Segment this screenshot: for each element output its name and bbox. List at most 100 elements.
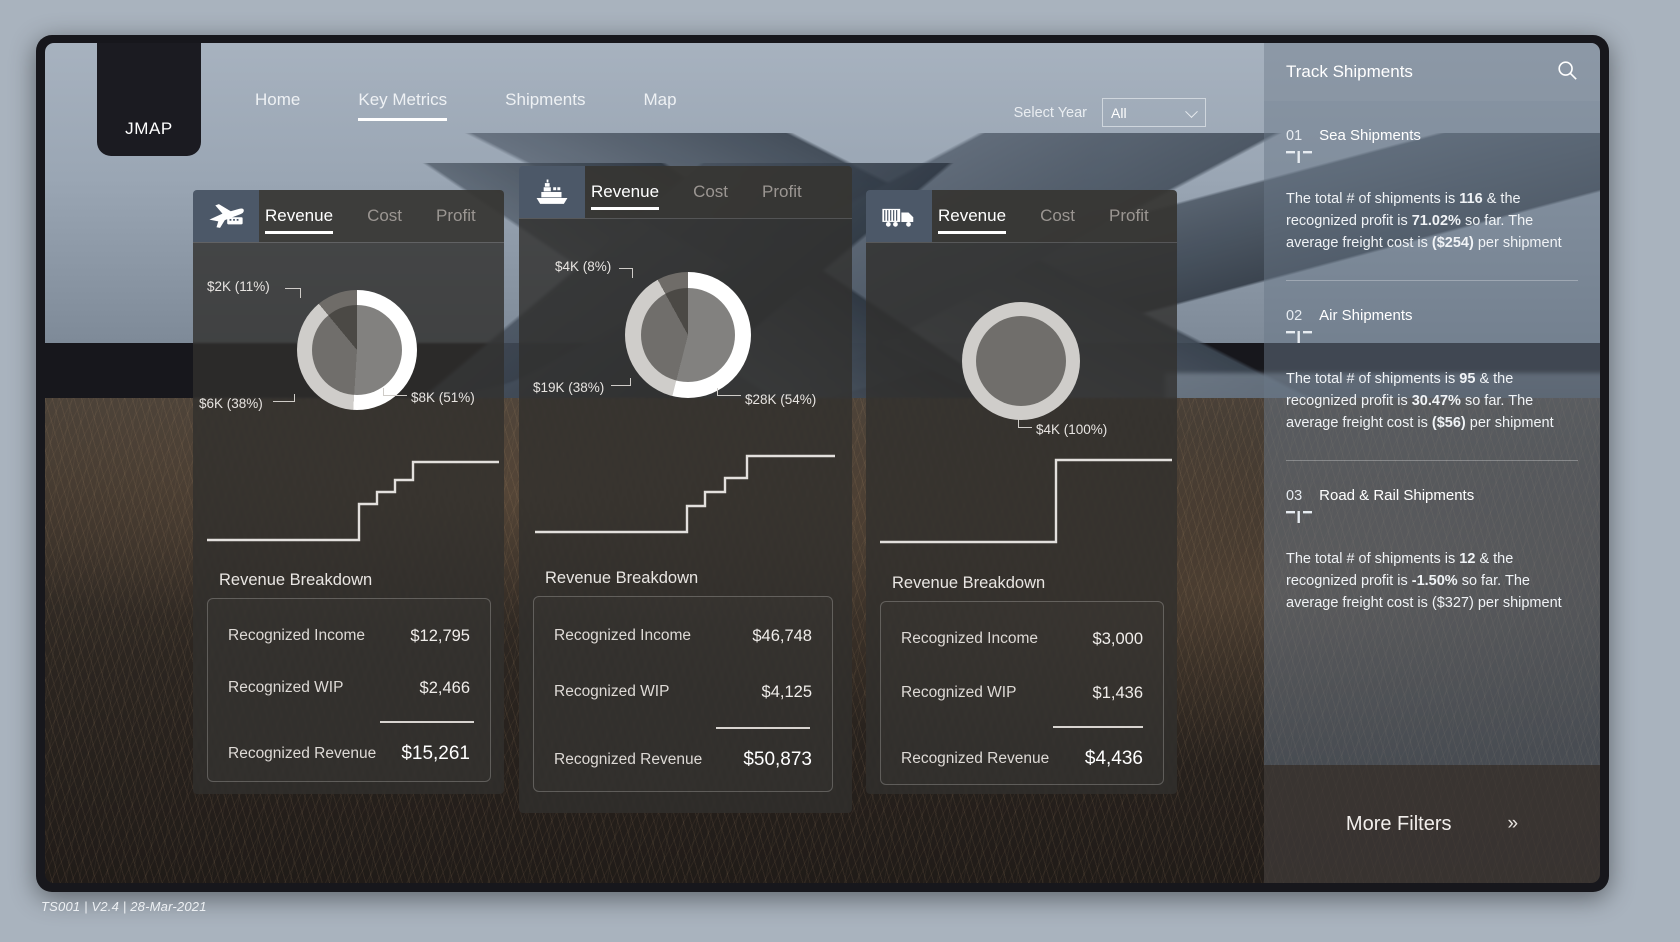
nav-item-map[interactable]: Map [643, 90, 676, 121]
nav-item-home[interactable]: Home [255, 90, 300, 121]
breakdown-row-label: Recognized Income [901, 630, 1038, 647]
breakdown-row-value: $4,125 [761, 682, 812, 701]
sparkline-icon [1286, 331, 1312, 344]
breakdown-total-row: Recognized Revenue $15,261 [208, 739, 490, 769]
track-panel-header: Track Shipments [1264, 43, 1600, 101]
metric-card-air[interactable]: Revenue Cost Profit $2K (11%) $6K (38%) … [193, 190, 504, 794]
list-item-description: The total # of shipments is 116 & the re… [1286, 188, 1578, 254]
ship-icon [519, 166, 585, 218]
list-item[interactable]: 03 Road & Rail Shipments The total # of … [1286, 461, 1578, 614]
desc-text-1: The total # of shipments is [1286, 371, 1460, 388]
total-divider [716, 727, 810, 729]
sparkline-icon [1286, 151, 1312, 163]
tab-revenue-sea[interactable]: Revenue [591, 166, 660, 218]
tab-profit-air[interactable]: Profit [436, 190, 476, 242]
list-item[interactable]: 02 Air Shipments The total # of shipment… [1286, 281, 1578, 462]
donut-chart-road [962, 302, 1080, 420]
breakdown-row-value: $1,436 [1092, 683, 1143, 702]
screen: JMAP Home Key Metrics Shipments Map Sele… [45, 43, 1600, 883]
breakdown-row: Recognized WIP $2,466 [208, 675, 490, 701]
list-item-number: 03 [1286, 488, 1303, 505]
airplane-icon [193, 190, 259, 242]
breakdown-total-value: $50,873 [743, 749, 812, 770]
leader-line [1018, 416, 1032, 428]
breakdown-row-label: Recognized Income [554, 627, 691, 644]
track-shipments-list: 01 Sea Shipments The total # of shipment… [1264, 101, 1600, 765]
breakdown-row: Recognized WIP $4,125 [534, 679, 832, 705]
profit-pct: 30.47% [1411, 393, 1461, 410]
more-filters-label: More Filters [1345, 812, 1452, 835]
year-select[interactable]: All [1102, 98, 1206, 127]
trend-line-sea [535, 434, 835, 544]
total-divider [1053, 726, 1143, 728]
main-nav: Home Key Metrics Shipments Map [255, 90, 677, 121]
device-frame: JMAP Home Key Metrics Shipments Map Sele… [36, 35, 1609, 892]
year-filter: Select Year All [1014, 98, 1206, 127]
list-item-name: Air Shipments [1319, 307, 1413, 325]
chevron-down-icon [1185, 104, 1198, 118]
list-item-number: 01 [1286, 128, 1303, 144]
trend-line-air [207, 440, 499, 550]
tab-profit-sea[interactable]: Profit [762, 166, 802, 218]
breakdown-box-sea: Recognized Income $46,748 Recognized WIP… [533, 596, 833, 792]
search-icon[interactable] [1556, 59, 1578, 86]
track-panel-title: Track Shipments [1286, 62, 1413, 81]
desc-text-1: The total # of shipments is [1286, 551, 1460, 568]
breakdown-title-road: Revenue Breakdown [892, 574, 1046, 592]
tab-cost-road[interactable]: Cost [1040, 190, 1075, 242]
breakdown-row-value: $3,000 [1092, 629, 1143, 648]
list-item-name: Road & Rail Shipments [1319, 487, 1475, 505]
leader-line [619, 268, 633, 278]
breakdown-total-label: Recognized Revenue [554, 751, 703, 768]
sparkline-icon [1286, 511, 1312, 524]
breakdown-title-air: Revenue Breakdown [219, 571, 373, 589]
leader-line [611, 378, 631, 386]
donut-label-air-2: $6K (38%) [199, 396, 263, 411]
profit-pct: 71.02% [1411, 213, 1461, 230]
desc-text-4: per shipment [1473, 595, 1562, 612]
breakdown-row-label: Recognized Income [228, 627, 365, 644]
desc-text-1: The total # of shipments is [1286, 191, 1460, 207]
leader-line [717, 388, 741, 396]
app-logo[interactable]: JMAP [97, 43, 201, 156]
breakdown-total-row: Recognized Revenue $4,436 [881, 744, 1163, 774]
metric-card-sea[interactable]: Revenue Cost Profit $4K (8%) $19K (38%) … [519, 166, 852, 813]
donut-label-air-1: $2K (11%) [207, 279, 270, 294]
breakdown-row-label: Recognized WIP [901, 684, 1017, 701]
list-item[interactable]: 01 Sea Shipments The total # of shipment… [1286, 101, 1578, 282]
breakdown-title-sea: Revenue Breakdown [545, 569, 699, 587]
shipments-count: 12 [1459, 551, 1476, 568]
truck-icon [866, 190, 932, 242]
breakdown-row-value: $12,795 [410, 626, 470, 645]
desc-text-4: per shipment [1473, 235, 1562, 252]
breakdown-box-road: Recognized Income $3,000 Recognized WIP … [880, 601, 1164, 785]
tab-cost-air[interactable]: Cost [367, 190, 402, 242]
card-road-tabs: Revenue Cost Profit [938, 190, 1149, 242]
nav-item-shipments[interactable]: Shipments [505, 90, 585, 121]
total-divider [380, 721, 474, 723]
footer-meta: TS001 | V2.4 | 28-Mar-2021 [41, 899, 207, 914]
leader-line [273, 394, 295, 402]
leader-line [383, 388, 407, 396]
app-logo-text: JMAP [125, 119, 173, 138]
breakdown-total-value: $4,436 [1084, 748, 1143, 769]
nav-item-key-metrics[interactable]: Key Metrics [358, 90, 447, 121]
tab-profit-road[interactable]: Profit [1109, 190, 1149, 242]
leader-line [285, 288, 301, 298]
shipments-count: 116 [1459, 191, 1483, 207]
breakdown-row-label: Recognized WIP [554, 683, 670, 700]
breakdown-box-air: Recognized Income $12,795 Recognized WIP… [207, 598, 491, 782]
donut-label-road-1: $4K (100%) [1036, 422, 1108, 437]
shipments-count: 95 [1459, 371, 1476, 388]
breakdown-row-value: $2,466 [419, 678, 470, 697]
breakdown-row-value: $46,748 [752, 626, 812, 645]
metric-card-road[interactable]: Revenue Cost Profit $4K (100%) Revenue B… [866, 190, 1177, 794]
freight-cost: ($56) [1431, 415, 1466, 432]
more-filters-button[interactable]: More Filters » [1264, 765, 1600, 883]
desc-text-4: per shipment [1465, 415, 1554, 432]
dashboard-root: JMAP Home Key Metrics Shipments Map Sele… [0, 0, 1680, 942]
tab-cost-sea[interactable]: Cost [693, 166, 728, 218]
tab-revenue-road[interactable]: Revenue [938, 190, 1007, 242]
list-item-description: The total # of shipments is 95 & the rec… [1286, 368, 1578, 434]
tab-revenue-air[interactable]: Revenue [265, 190, 334, 242]
